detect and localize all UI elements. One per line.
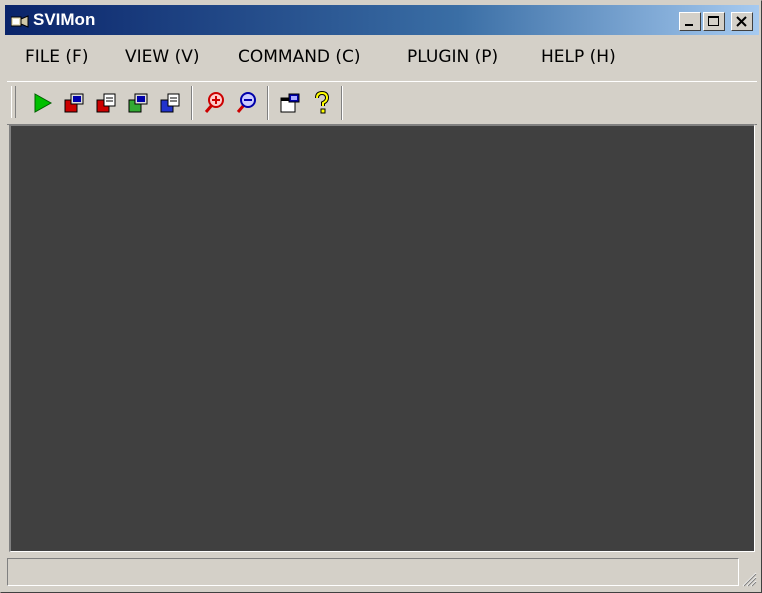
resize-grip-icon[interactable] [739, 569, 757, 587]
properties-icon [280, 93, 300, 113]
connect-icon [64, 93, 84, 113]
zoom-out-icon [236, 92, 256, 113]
zoom-in-button[interactable] [199, 88, 229, 118]
menu-bar: FILE (F) VIEW (V) COMMAND (C) PLUGIN (P)… [5, 37, 759, 75]
main-view-area[interactable] [9, 124, 755, 552]
status-pane [7, 558, 739, 586]
disconnect-icon [96, 93, 116, 113]
close-icon [736, 16, 747, 27]
window-title: SVIMon [33, 10, 96, 29]
toolbar-grip[interactable] [11, 86, 16, 118]
connect-button[interactable] [59, 88, 89, 118]
menu-help[interactable]: HELP (H) [541, 46, 616, 68]
zoom-out-button[interactable] [231, 88, 261, 118]
close-button[interactable] [731, 12, 753, 31]
connect-alt-icon [128, 93, 148, 113]
app-window: SVIMon FILE (F) VIEW (V) COMMAND (C) PLU… [0, 0, 762, 593]
menu-command[interactable]: COMMAND (C) [238, 46, 361, 68]
zoom-in-icon [204, 92, 224, 113]
toolbar-separator [267, 86, 269, 120]
disconnect-alt-icon [160, 93, 180, 113]
title-bar[interactable]: SVIMon [5, 5, 759, 35]
app-icon [10, 13, 29, 28]
menu-file[interactable]: FILE (F) [25, 46, 88, 68]
minimize-icon [685, 24, 693, 26]
toolbar-separator [191, 86, 193, 120]
toolbar-separator [341, 86, 343, 120]
help-button[interactable] [307, 88, 337, 118]
maximize-icon [708, 16, 719, 26]
maximize-button[interactable] [703, 12, 725, 31]
disconnect-alt-button[interactable] [155, 88, 185, 118]
status-bar [5, 555, 759, 589]
menu-view[interactable]: VIEW (V) [125, 46, 200, 68]
minimize-button[interactable] [679, 12, 701, 31]
toolbar [7, 81, 757, 125]
menu-plugin[interactable]: PLUGIN (P) [407, 46, 498, 68]
play-icon [34, 93, 53, 113]
help-icon [315, 90, 330, 114]
connect-alt-button[interactable] [123, 88, 153, 118]
disconnect-button[interactable] [91, 88, 121, 118]
play-button[interactable] [27, 88, 57, 118]
properties-button[interactable] [275, 88, 305, 118]
